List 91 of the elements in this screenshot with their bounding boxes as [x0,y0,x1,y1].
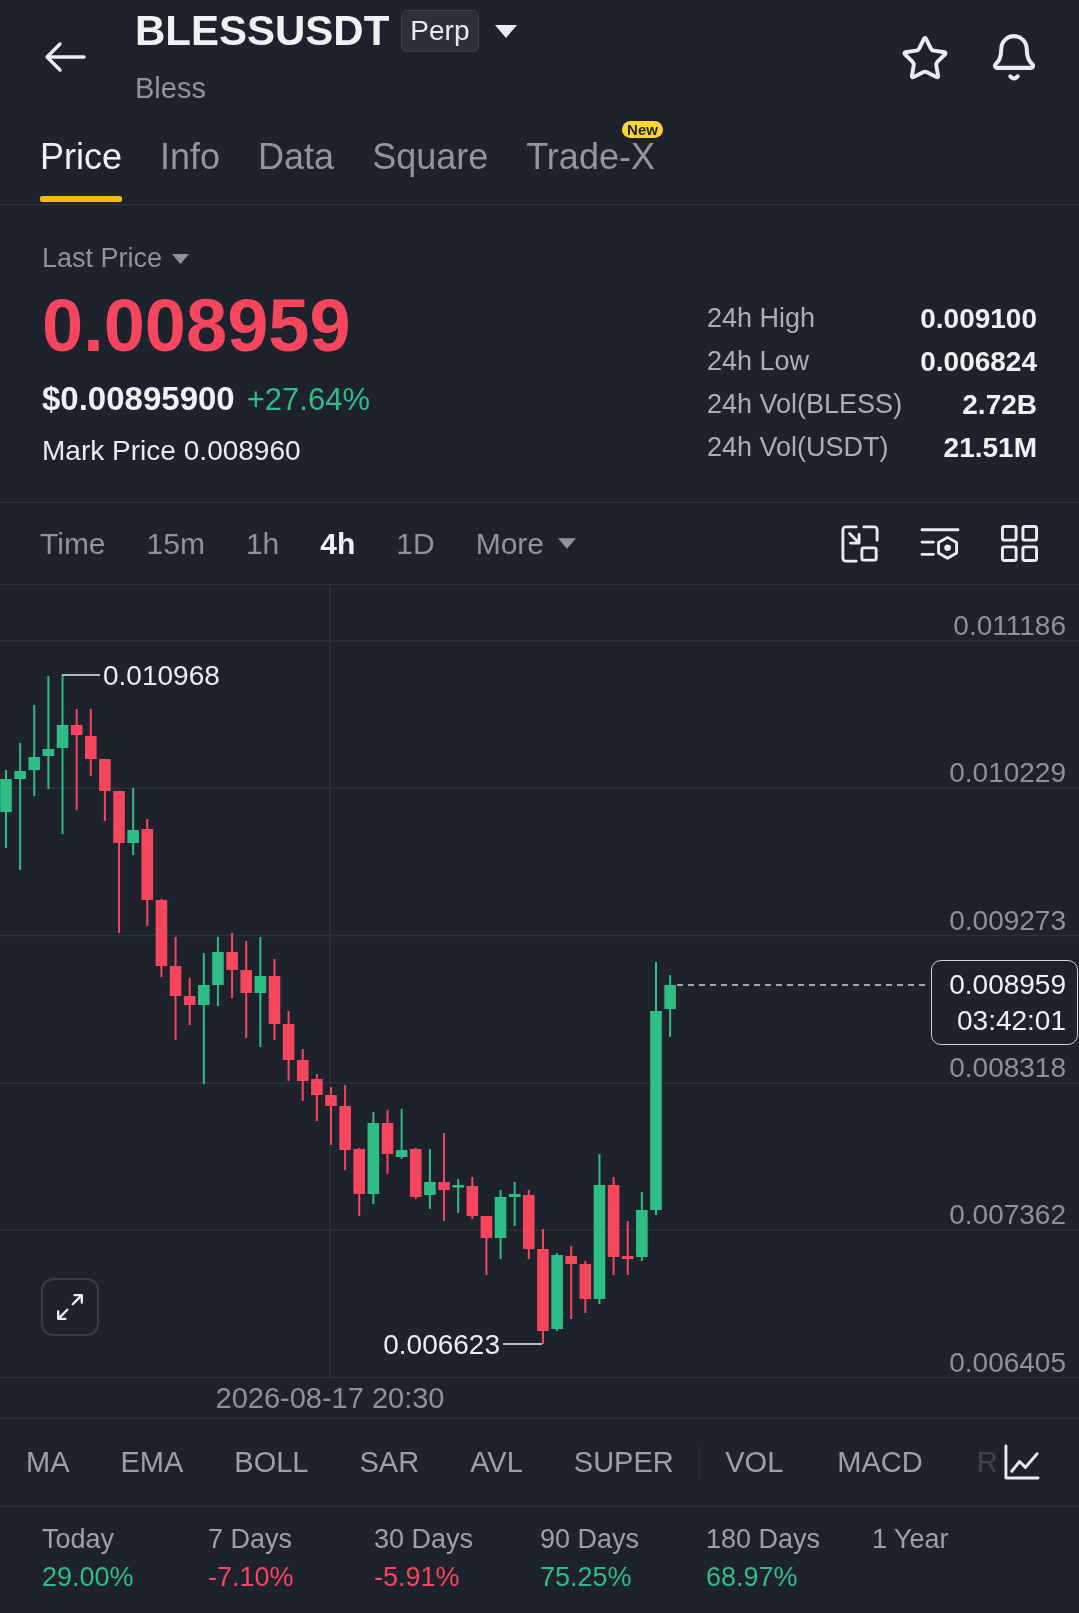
candle [311,1073,323,1122]
stat-value: 0.006824 [920,347,1037,376]
grid-icon[interactable] [1001,525,1038,562]
candle [212,936,224,1007]
line-chart-icon[interactable] [1003,1444,1040,1481]
tab[interactable]: Price [40,139,123,204]
period-label: Today [42,1526,115,1553]
low-price-label: 0.006623 [383,1329,500,1360]
period-label: 180 Days [706,1526,821,1553]
candle [424,1148,436,1210]
square-arrow-icon[interactable] [841,524,879,563]
indicator-option[interactable]: MA [26,1448,70,1477]
symbol-name: Bless [135,74,206,103]
price-axis-label: 0.011186 [953,610,1066,641]
period-change: -5.91% [374,1564,460,1591]
period-label: 30 Days [374,1526,474,1553]
period-change: 29.00% [42,1564,134,1591]
high-price-label: 0.010968 [103,660,220,691]
caret-icon[interactable] [494,24,517,38]
period-label: 7 Days [208,1526,293,1553]
tab[interactable]: Info [160,139,221,204]
period-change: 68.97% [706,1564,798,1591]
current-price-text: 0.008959 [949,967,1066,1002]
candle [409,1147,422,1200]
indicator-option[interactable]: VOL [725,1448,784,1477]
mark-price-value: 0.008960 [183,437,301,465]
leader-line [502,1343,543,1345]
interval-option[interactable]: 1D [396,528,435,559]
price-axis-label: 0.006405 [949,1346,1066,1378]
symbol-title: BLESSUSDT [135,10,390,52]
indicator-option[interactable]: EMA [120,1448,184,1477]
stat-label: 24h Vol(BLESS) [707,391,903,418]
stat-value: 21.51M [943,433,1037,462]
candle [466,1176,479,1220]
indicator-option[interactable]: SAR [359,1448,420,1477]
tab[interactable]: Square [372,139,489,204]
interval-option[interactable]: 1h [245,528,280,559]
candle [381,1109,394,1175]
back-arrow-icon[interactable] [44,41,86,73]
stat-label: 24h Vol(USDT) [707,434,889,461]
price-type-dropdown[interactable]: Last Price [42,245,190,272]
indicator-option[interactable]: AVL [470,1448,523,1477]
list-settings-icon[interactable] [920,525,960,562]
candle [664,974,676,1038]
candle [452,1178,464,1214]
indicator-option[interactable]: BOLL [234,1448,309,1477]
stat-value: 0.009100 [920,304,1037,333]
favorite-star-icon[interactable] [902,35,948,80]
candle [99,758,111,822]
candle [480,1215,493,1276]
expand-icon [55,1292,85,1322]
candle [127,787,139,856]
indicator-option[interactable]: MACD [837,1448,923,1477]
contract-type-badge: Perp [401,10,479,52]
expand-button[interactable] [41,1278,99,1336]
last-price: 0.008959 [42,289,351,363]
period-change: 75.25% [540,1564,632,1591]
leader-line [61,674,101,676]
new-badge: New [622,121,663,138]
price-axis-label: 0.007362 [949,1199,1066,1231]
candle [296,1048,309,1102]
period-change: -7.10% [208,1564,294,1591]
more-intervals-dropdown[interactable]: More [475,528,577,559]
bell-icon[interactable] [992,34,1036,81]
candle [636,1191,648,1262]
stat-label: 24h High [707,305,816,332]
tab[interactable]: Data [258,139,335,204]
candle [395,1108,408,1160]
tab[interactable]: Trade-X [526,139,655,204]
candle [282,1010,295,1082]
indicator-option[interactable]: SUPER [573,1448,674,1477]
usd-price: $0.00895900 [42,382,235,415]
interval-option[interactable]: 15m [146,528,205,559]
price-change: +27.64% [246,384,370,415]
candle [353,1147,366,1217]
candle [325,1086,337,1146]
stat-label: 24h Low [707,348,810,375]
period-label: 90 Days [540,1526,640,1553]
candle [85,708,97,777]
candle [226,932,238,999]
price-axis-label: 0.008318 [949,1051,1066,1083]
stat-value: 2.72B [962,390,1037,419]
interval-option[interactable]: 4h [320,528,356,559]
countdown-text: 03:42:01 [957,1003,1066,1038]
mark-price-label: Mark Price [42,437,176,465]
price-axis-label: 0.009273 [949,904,1066,936]
interval-option[interactable]: Time [40,528,106,559]
period-label: 1 Year [872,1526,949,1553]
time-axis-label: 2026-08-17 20:30 [215,1383,445,1413]
candle [523,1189,535,1260]
price-axis-label: 0.010229 [949,757,1066,789]
